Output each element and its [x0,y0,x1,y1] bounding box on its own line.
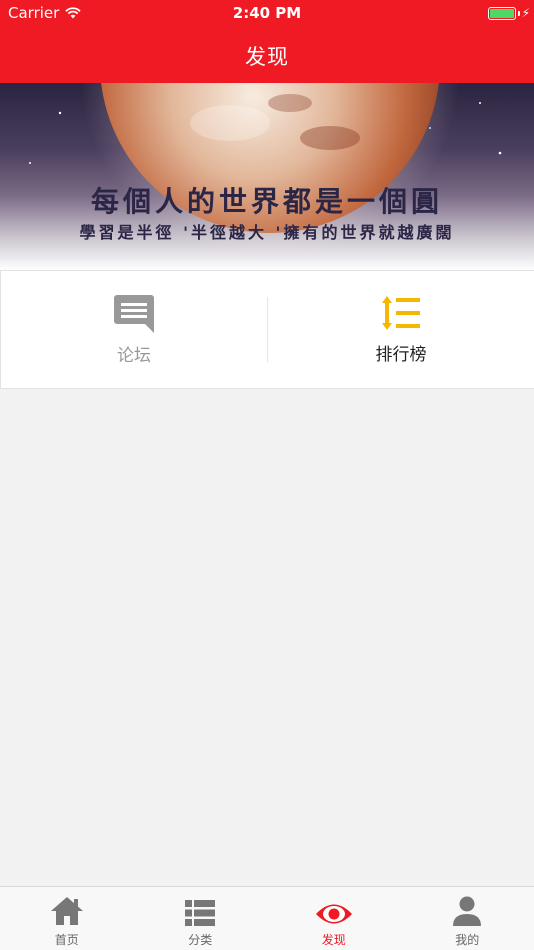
eye-icon [315,904,352,924]
tab-mine-label: 我的 [455,933,480,947]
tab-category-label: 分类 [188,933,213,947]
ranking-button[interactable]: 排行榜 [268,271,534,388]
forum-label: 论坛 [117,346,151,366]
navigation-bar: 发现 [0,28,534,83]
battery-icon [488,7,516,20]
ranking-label: 排行榜 [375,345,427,365]
ranking-icon [382,296,420,330]
tab-bar: 首页 分类 发现 我的 [0,886,534,950]
tab-home-label: 首页 [54,933,79,947]
forum-button[interactable]: 论坛 [1,271,267,388]
status-bar: Carrier 2:40 PM ⚡ [0,0,534,28]
tab-mine[interactable]: 我的 [401,887,534,950]
clock: 2:40 PM [232,4,302,22]
home-icon [50,897,83,925]
user-icon [453,896,482,926]
discover-entries: 论坛 排行榜 [0,270,534,389]
forum-icon [114,295,154,333]
category-list-icon [185,900,216,926]
banner[interactable]: 每個人的世界都是一個圓 學習是半徑 '半徑越大 '擁有的世界就越廣闊 [0,83,534,270]
charging-icon: ⚡ [521,6,530,20]
tab-discover-label: 发现 [321,933,346,947]
tab-category[interactable]: 分类 [134,887,268,950]
banner-headline: 每個人的世界都是一個圓 [90,185,443,218]
tab-home[interactable]: 首页 [0,887,134,950]
page-title: 发现 [245,44,289,69]
banner-subtitle: 學習是半徑 '半徑越大 '擁有的世界就越廣闊 [79,223,455,242]
battery-cap [518,11,520,16]
tab-discover[interactable]: 发现 [267,887,401,950]
